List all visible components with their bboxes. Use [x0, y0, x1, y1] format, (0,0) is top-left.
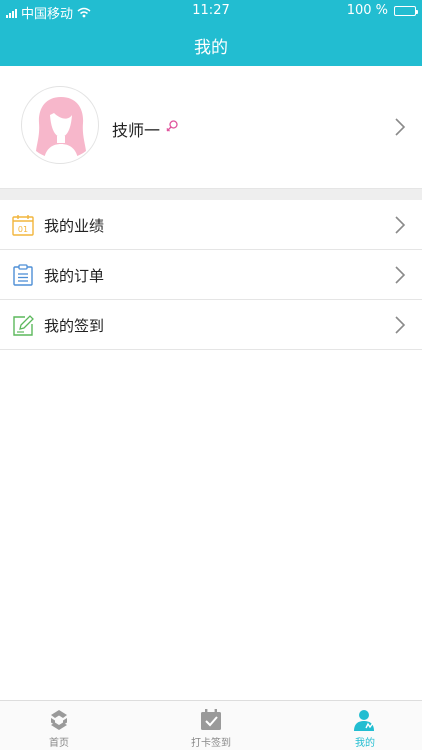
menu-item-orders[interactable]: 我的订单: [0, 250, 422, 300]
page-title: 我的: [194, 38, 228, 58]
menu-item-performance[interactable]: 01 我的业绩: [0, 200, 422, 250]
user-icon: [354, 710, 374, 731]
tab-label: 首页: [49, 738, 69, 749]
checkin-icon: [201, 709, 221, 730]
menu-item-label: 我的业绩: [44, 217, 105, 235]
header: 中国移动 11:27 100 % 我的: [0, 0, 422, 66]
chevron-right-icon: [395, 216, 406, 234]
calendar-icon: 01: [12, 215, 34, 236]
female-avatar-icon: [36, 97, 86, 159]
tab-bar: 首页 打卡签到 我的: [0, 700, 422, 750]
battery-icon: [394, 5, 418, 16]
status-bar: 中国移动 11:27 100 %: [0, 0, 422, 22]
status-right: 100 %: [346, 3, 418, 18]
profile-card[interactable]: 技师一: [0, 66, 422, 189]
tab-label: 打卡签到: [191, 738, 231, 749]
chevron-right-icon: [395, 266, 406, 284]
battery-percent: 100 %: [346, 3, 388, 18]
edit-icon: [13, 315, 34, 336]
tab-mine[interactable]: 我的: [325, 701, 405, 750]
chevron-right-icon: [395, 316, 406, 334]
female-gender-icon: [166, 120, 178, 132]
menu-item-checkins[interactable]: 我的签到: [0, 300, 422, 350]
avatar[interactable]: [21, 86, 99, 164]
tab-home[interactable]: 首页: [19, 701, 99, 750]
menu-item-label: 我的签到: [44, 317, 105, 335]
home-icon: [51, 710, 67, 730]
chevron-right-icon: [395, 118, 406, 136]
username: 技师一: [112, 121, 161, 140]
app-root: 中国移动 11:27 100 % 我的 技师一 01 我的业绩 我的订单 我的签…: [0, 0, 422, 750]
svg-text:01: 01: [18, 225, 28, 234]
menu-list: 01 我的业绩 我的订单 我的签到: [0, 200, 422, 350]
tab-label: 我的: [355, 738, 375, 749]
clipboard-icon: [13, 264, 33, 286]
tab-checkin[interactable]: 打卡签到: [171, 701, 251, 750]
section-divider: [0, 189, 422, 200]
menu-item-label: 我的订单: [44, 267, 105, 285]
